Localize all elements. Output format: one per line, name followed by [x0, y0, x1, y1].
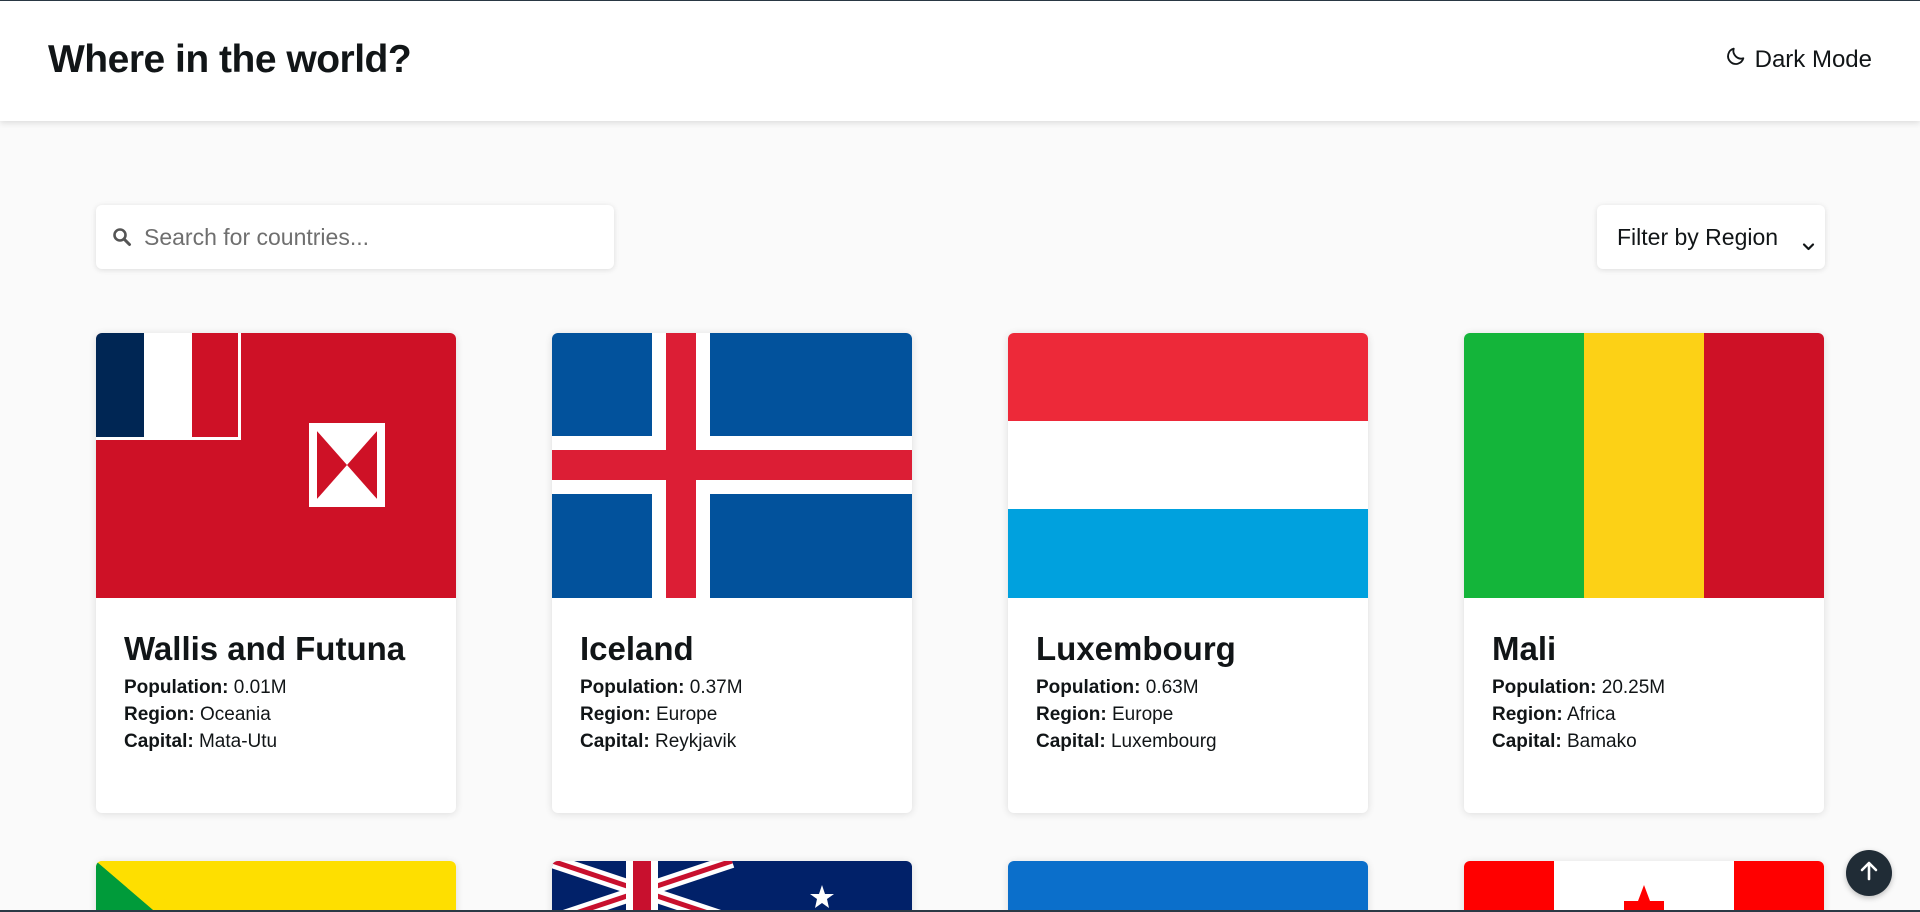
- dark-mode-toggle[interactable]: Dark Mode: [1725, 45, 1872, 74]
- capital-label: Capital:: [1492, 731, 1562, 752]
- country-card[interactable]: Mali Population: 20.25M Region: Africa C…: [1464, 333, 1824, 813]
- capital-label: Capital:: [580, 731, 650, 752]
- flag-australia: [552, 861, 912, 912]
- country-card[interactable]: [1008, 861, 1368, 912]
- flag-wallis-and-futuna: [96, 333, 456, 598]
- region-label: Region:: [124, 704, 195, 725]
- search-icon: [112, 227, 132, 247]
- country-name: Wallis and Futuna: [124, 630, 406, 667]
- population-label: Population:: [1492, 677, 1597, 698]
- region-value: Oceania: [200, 704, 271, 725]
- region-value: Africa: [1566, 704, 1616, 725]
- search-box[interactable]: [96, 205, 614, 269]
- capital-value: Mata-Utu: [198, 731, 278, 752]
- population-label: Population:: [580, 677, 685, 698]
- app-title: Where in the world?: [48, 38, 412, 81]
- capital-label: Capital:: [124, 731, 194, 752]
- country-card[interactable]: Iceland Population: 0.37M Region: Europe…: [552, 333, 912, 813]
- population-value: 0.63M: [1145, 677, 1199, 698]
- capital-value: Bamako: [1566, 731, 1637, 752]
- population-value: 20.25M: [1601, 677, 1666, 698]
- region-label: Region:: [580, 704, 651, 725]
- region-label: Region:: [1036, 704, 1107, 725]
- population-value: 0.37M: [689, 677, 743, 698]
- scroll-to-top-button[interactable]: [1846, 850, 1892, 896]
- search-input[interactable]: [144, 205, 604, 269]
- region-filter-select[interactable]: Filter by Region: [1597, 205, 1825, 269]
- region-label: Region:: [1492, 704, 1563, 725]
- flag-blue: [1008, 861, 1368, 912]
- capital-label: Capital:: [1036, 731, 1106, 752]
- country-card[interactable]: Luxembourg Population: 0.63M Region: Eur…: [1008, 333, 1368, 813]
- country-card[interactable]: Wallis and Futuna Population: 0.01M Regi…: [96, 333, 456, 813]
- country-name: Luxembourg: [1036, 630, 1236, 667]
- flag-mali: [1464, 333, 1824, 598]
- flag-brazil: [96, 861, 456, 912]
- capital-value: Luxembourg: [1110, 731, 1217, 752]
- population-label: Population:: [124, 677, 229, 698]
- flag-canada: [1464, 861, 1824, 912]
- flag-luxembourg: [1008, 333, 1368, 598]
- region-filter-value: Filter by Region: [1617, 223, 1779, 250]
- chevron-down-icon: [1802, 231, 1815, 251]
- country-details: Population: 0.01M Region: Oceania Capita…: [124, 674, 287, 755]
- region-value: Europe: [1112, 704, 1174, 725]
- region-value: Europe: [656, 704, 718, 725]
- country-details: Population: 20.25M Region: Africa Capita…: [1492, 674, 1665, 755]
- arrow-up-icon: [1857, 859, 1881, 888]
- country-details: Population: 0.37M Region: Europe Capital…: [580, 674, 743, 755]
- country-card[interactable]: [552, 861, 912, 912]
- country-name: Iceland: [580, 630, 694, 667]
- country-name: Mali: [1492, 630, 1557, 667]
- country-details: Population: 0.63M Region: Europe Capital…: [1036, 674, 1217, 755]
- country-card[interactable]: [96, 861, 456, 912]
- capital-value: Reykjavik: [654, 731, 737, 752]
- flag-iceland: [552, 333, 912, 598]
- app-header: Where in the world? Dark Mode: [0, 1, 1920, 121]
- dark-mode-label: Dark Mode: [1754, 45, 1872, 73]
- population-value: 0.01M: [233, 677, 287, 698]
- population-label: Population:: [1036, 677, 1141, 698]
- country-card[interactable]: [1464, 861, 1824, 912]
- moon-icon: [1725, 45, 1747, 74]
